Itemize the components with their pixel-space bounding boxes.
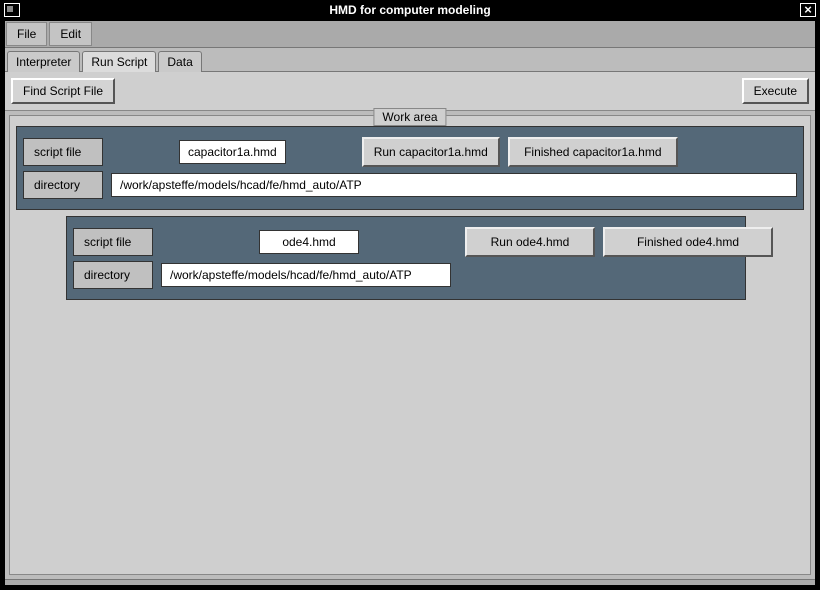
script-card: script file ode4.hmd Run ode4.hmd Finish…	[66, 216, 746, 300]
tabbar: Interpreter Run Script Data	[5, 48, 815, 72]
menu-edit[interactable]: Edit	[49, 22, 92, 46]
script-file-label: script file	[73, 228, 153, 256]
run-script-button[interactable]: Run capacitor1a.hmd	[362, 137, 500, 167]
window-title: HMD for computer modeling	[24, 3, 796, 17]
menu-file[interactable]: File	[6, 22, 47, 46]
close-icon[interactable]: ×	[800, 3, 816, 17]
toolbar: Find Script File Execute	[5, 72, 815, 111]
find-script-file-button[interactable]: Find Script File	[11, 78, 115, 104]
script-name-field: ode4.hmd	[259, 230, 359, 254]
status-bar	[5, 579, 815, 585]
script-name-field: capacitor1a.hmd	[179, 140, 286, 164]
window-titlebar: HMD for computer modeling ×	[0, 0, 820, 20]
work-area: Work area script file capacitor1a.hmd Ru…	[9, 115, 811, 575]
script-status: Finished capacitor1a.hmd	[508, 137, 678, 167]
tab-run-script[interactable]: Run Script	[82, 51, 156, 72]
tab-interpreter[interactable]: Interpreter	[7, 51, 80, 72]
directory-field: /work/apsteffe/models/hcad/fe/hmd_auto/A…	[111, 173, 797, 197]
work-area-label: Work area	[373, 108, 446, 126]
directory-label: directory	[23, 171, 103, 199]
menubar: File Edit	[5, 21, 815, 48]
script-card: script file capacitor1a.hmd Run capacito…	[16, 126, 804, 210]
directory-field: /work/apsteffe/models/hcad/fe/hmd_auto/A…	[161, 263, 451, 287]
run-script-button[interactable]: Run ode4.hmd	[465, 227, 595, 257]
script-status: Finished ode4.hmd	[603, 227, 773, 257]
directory-label: directory	[73, 261, 153, 289]
window-menu-icon[interactable]	[4, 3, 20, 17]
script-file-label: script file	[23, 138, 103, 166]
tab-data[interactable]: Data	[158, 51, 201, 72]
execute-button[interactable]: Execute	[742, 78, 809, 104]
